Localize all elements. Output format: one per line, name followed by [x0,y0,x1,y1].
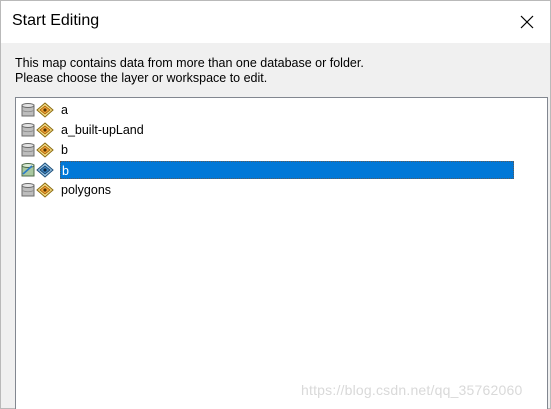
watermark-text: https://blog.csdn.net/qq_35762060 [301,382,523,398]
feature-class-icon [36,102,54,118]
layer-label: a_built-upLand [61,123,144,137]
instruction-message: This map contains data from more than on… [15,56,364,86]
database-icon [21,103,35,117]
close-icon [520,15,534,29]
list-item-layer-polygons[interactable]: polygons [20,180,112,200]
layer-label: b [61,143,68,157]
layer-label: b [60,161,514,179]
feature-class-icon [36,162,54,178]
list-item-layer-b[interactable]: b [20,140,69,160]
feature-class-icon [36,182,54,198]
layer-label: a [61,103,68,117]
layer-label: polygons [61,183,112,197]
feature-class-icon [36,122,54,138]
close-button[interactable] [504,1,550,43]
title-bar: Start Editing [1,1,550,43]
database-icon [21,183,35,197]
database-icon [21,163,35,177]
layer-list[interactable]: a a_built-upLand b b polygons [15,97,548,409]
list-item-layer-a-built-upland[interactable]: a_built-upLand [20,120,145,140]
message-line-2: Please choose the layer or workspace to … [15,71,268,85]
dialog-title: Start Editing [12,12,100,29]
database-icon [21,143,35,157]
list-item-layer-a[interactable]: a [20,100,69,120]
start-editing-dialog: Start Editing This map contains data fro… [0,0,551,409]
list-item-layer-b-selected[interactable]: b [20,160,514,180]
database-icon [21,123,35,137]
message-line-1: This map contains data from more than on… [15,56,364,70]
feature-class-icon [36,142,54,158]
